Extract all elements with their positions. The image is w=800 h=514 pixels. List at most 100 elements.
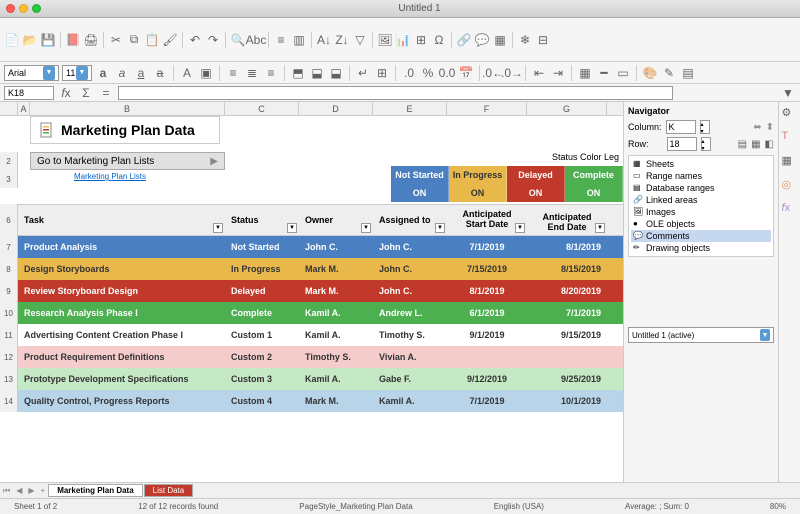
- column-icon[interactable]: ▥: [291, 32, 307, 48]
- align-bottom-icon[interactable]: ⬓: [328, 65, 344, 81]
- filter-dropdown-icon[interactable]: ▼: [515, 223, 525, 233]
- cell-status[interactable]: Custom 4: [225, 390, 299, 412]
- wrap-text-icon[interactable]: ↵: [355, 65, 371, 81]
- cell-end[interactable]: 10/1/2019: [527, 390, 607, 412]
- navigator-item[interactable]: 🖼Images: [631, 206, 771, 218]
- split-icon[interactable]: ⊟: [535, 32, 551, 48]
- cell-status[interactable]: Custom 1: [225, 324, 299, 346]
- spreadsheet-grid[interactable]: A B C D E F G Marketing Plan Data Go to …: [0, 102, 623, 482]
- align-left-icon[interactable]: ≡: [225, 65, 241, 81]
- header-owner[interactable]: Owner▼: [299, 205, 373, 235]
- nav-arrow-icon[interactable]: ⬍: [766, 122, 774, 133]
- cell-status[interactable]: Delayed: [225, 280, 299, 302]
- cell-start[interactable]: 6/1/2019: [447, 302, 527, 324]
- freeze-icon[interactable]: ❄: [517, 32, 533, 48]
- column-header[interactable]: F: [447, 102, 527, 115]
- cell-assigned[interactable]: Gabe F.: [373, 368, 447, 390]
- cell-assigned[interactable]: Andrew L.: [373, 302, 447, 324]
- cell-task[interactable]: Quality Control, Progress Reports: [18, 390, 225, 412]
- cell-task[interactable]: Advertising Content Creation Phase I: [18, 324, 225, 346]
- row-header[interactable]: 2: [0, 152, 18, 170]
- save-icon[interactable]: 💾: [40, 32, 56, 48]
- cell-start[interactable]: 7/1/2019: [447, 390, 527, 412]
- row-header[interactable]: 13: [0, 368, 18, 390]
- cell-end[interactable]: 8/20/2019: [527, 280, 607, 302]
- tab-add-icon[interactable]: +: [38, 486, 49, 495]
- nav-row-spinner[interactable]: ▴▾: [701, 137, 711, 151]
- cell-start[interactable]: 8/1/2019: [447, 280, 527, 302]
- print-icon[interactable]: 🖨: [83, 32, 99, 48]
- row-header[interactable]: 6: [0, 204, 18, 236]
- cell-owner[interactable]: Mark M.: [299, 258, 373, 280]
- column-header[interactable]: D: [299, 102, 373, 115]
- cell-assigned[interactable]: Timothy S.: [373, 324, 447, 346]
- filter-dropdown-icon[interactable]: ▼: [435, 223, 445, 233]
- nav-scenarios-icon[interactable]: ◧: [765, 139, 774, 150]
- conditional-format-icon[interactable]: 🎨: [642, 65, 658, 81]
- filter-dropdown-icon[interactable]: ▼: [287, 223, 297, 233]
- special-char-icon[interactable]: Ω: [431, 32, 447, 48]
- nav-toggle-icon[interactable]: ▦: [751, 139, 760, 150]
- column-header[interactable]: E: [373, 102, 447, 115]
- nav-column-spinner[interactable]: ▴▾: [700, 120, 710, 134]
- font-color-icon[interactable]: A: [179, 65, 195, 81]
- increase-indent-icon[interactable]: ⇥: [550, 65, 566, 81]
- navigator-document-select[interactable]: Untitled 1 (active) ▼: [628, 327, 774, 343]
- decrease-decimal-icon[interactable]: .0←: [485, 65, 501, 81]
- cell-task[interactable]: Prototype Development Specifications: [18, 368, 225, 390]
- increase-decimal-icon[interactable]: .0→: [504, 65, 520, 81]
- cell-owner[interactable]: Kamil A.: [299, 324, 373, 346]
- column-header[interactable]: B: [30, 102, 225, 115]
- cell-status[interactable]: Custom 2: [225, 346, 299, 368]
- number-icon[interactable]: 0.0: [439, 65, 455, 81]
- chart-icon[interactable]: 📊: [395, 32, 411, 48]
- sort-asc-icon[interactable]: A↓: [316, 32, 332, 48]
- headers-icon[interactable]: ▦: [492, 32, 508, 48]
- cell-status[interactable]: Custom 3: [225, 368, 299, 390]
- tab-next-icon[interactable]: ▶: [25, 486, 37, 495]
- cell-owner[interactable]: Mark M.: [299, 280, 373, 302]
- properties-icon[interactable]: ⚙: [782, 106, 798, 122]
- nav-row-input[interactable]: [667, 137, 697, 151]
- cell-assigned[interactable]: Vivian A.: [373, 346, 447, 368]
- navigator-icon[interactable]: ◎: [782, 178, 798, 194]
- export-pdf-icon[interactable]: 📕: [65, 32, 81, 48]
- sheet-tab-listdata[interactable]: List Data: [144, 484, 194, 497]
- close-window-button[interactable]: [6, 4, 15, 13]
- date-icon[interactable]: 📅: [458, 65, 474, 81]
- goto-lists-button[interactable]: Go to Marketing Plan Lists ▶: [30, 152, 225, 170]
- sum-icon[interactable]: Σ: [78, 85, 94, 101]
- percent-icon[interactable]: %: [420, 65, 436, 81]
- sort-desc-icon[interactable]: Z↓: [334, 32, 350, 48]
- filter-dropdown-icon[interactable]: ▼: [361, 223, 371, 233]
- autofilter-icon[interactable]: ▽: [352, 32, 368, 48]
- font-size-select[interactable]: 11▼: [62, 65, 92, 81]
- language-indicator[interactable]: English (USA): [486, 502, 552, 511]
- navigator-item[interactable]: ▭Range names: [631, 170, 771, 182]
- table-row[interactable]: Advertising Content Creation Phase ICust…: [18, 324, 623, 346]
- row-header[interactable]: 3: [0, 170, 18, 188]
- cell-owner[interactable]: Mark M.: [299, 390, 373, 412]
- header-task[interactable]: Task▼: [18, 205, 225, 235]
- cell-owner[interactable]: Timothy S.: [299, 346, 373, 368]
- cell-assigned[interactable]: Kamil A.: [373, 390, 447, 412]
- tab-first-icon[interactable]: ⏮: [0, 486, 13, 496]
- header-end[interactable]: Anticipated End Date▼: [527, 205, 607, 235]
- font-name-select[interactable]: Arial▼: [4, 65, 59, 81]
- cell-end[interactable]: 9/15/2019: [527, 324, 607, 346]
- function-wizard-icon[interactable]: fx: [58, 85, 74, 101]
- maximize-window-button[interactable]: [32, 4, 41, 13]
- table-row[interactable]: Review Storyboard DesignDelayedMark M.Jo…: [18, 280, 623, 302]
- select-all-corner[interactable]: [0, 102, 18, 115]
- cell-start[interactable]: 9/12/2019: [447, 368, 527, 390]
- paint-format-icon[interactable]: 🖌: [162, 32, 178, 48]
- cell-assigned[interactable]: John C.: [373, 280, 447, 302]
- cell-task[interactable]: Product Requirement Definitions: [18, 346, 225, 368]
- nav-column-input[interactable]: [666, 120, 696, 134]
- cell-start[interactable]: [447, 346, 527, 368]
- undo-icon[interactable]: ↶: [187, 32, 203, 48]
- cell-end[interactable]: 9/25/2019: [527, 368, 607, 390]
- column-header[interactable]: A: [18, 102, 30, 115]
- align-top-icon[interactable]: ⬒: [290, 65, 306, 81]
- cell-start[interactable]: 7/1/2019: [447, 236, 527, 258]
